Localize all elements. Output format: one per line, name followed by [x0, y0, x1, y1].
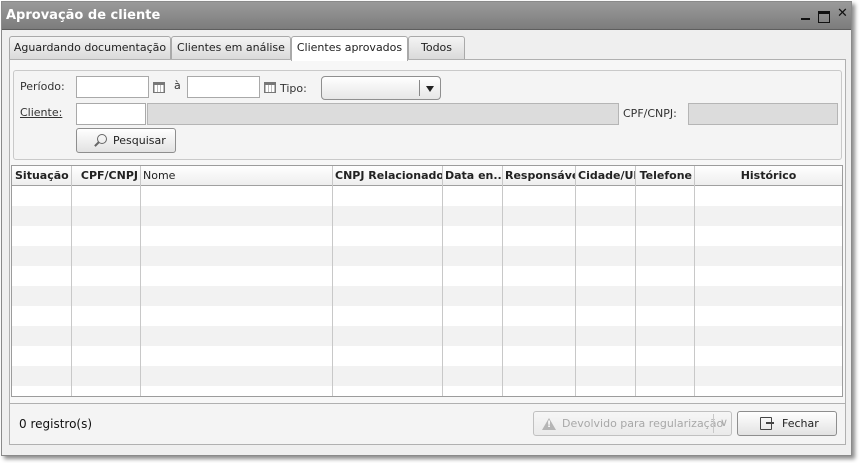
column-header-cnpj-relacionado[interactable]: CNPJ Relacionado — [333, 166, 442, 186]
table-row — [12, 386, 842, 396]
record-count: 0 registro(s) — [19, 417, 93, 431]
column-divider[interactable] — [332, 166, 333, 396]
tab-clientes-em-analise[interactable]: Clientes em análise — [171, 36, 291, 59]
filter-box: Período: à Tipo: Cliente: CPF/CNPJ: Pesq… — [13, 70, 842, 160]
fechar-label: Fechar — [782, 417, 819, 430]
minimize-icon[interactable] — [799, 9, 812, 22]
footer-bar: 0 registro(s) Devolvido para regularizaç… — [9, 403, 846, 445]
pesquisar-button[interactable]: Pesquisar — [76, 128, 176, 153]
column-header-responsavel[interactable]: Responsável — [503, 166, 575, 186]
column-divider[interactable] — [694, 166, 695, 396]
column-header-nome[interactable]: Nome — [141, 166, 332, 186]
tab-aguardando-documentacao[interactable]: Aguardando documentação — [9, 36, 171, 59]
column-divider[interactable] — [71, 166, 72, 396]
table-row — [12, 286, 842, 306]
table-row — [12, 326, 842, 346]
tab-content-panel: Período: à Tipo: Cliente: CPF/CNPJ: Pesq… — [9, 59, 846, 408]
title-bar: Aprovação de cliente ✕ — [2, 2, 851, 30]
cliente-codigo-input[interactable] — [76, 103, 146, 125]
devolvido-regularizacao-button[interactable]: Devolvido para regularização ∨ — [533, 411, 732, 436]
column-header-situacao[interactable]: Situação — [13, 166, 71, 186]
tab-clientes-aprovados[interactable]: Clientes aprovados — [291, 36, 408, 61]
table-row — [12, 206, 842, 226]
column-divider[interactable] — [442, 166, 443, 396]
column-divider[interactable] — [575, 166, 576, 396]
table-row — [12, 366, 842, 386]
periodo-label: Período: — [20, 80, 65, 93]
approval-window: Aprovação de cliente ✕ Aguardando docume… — [1, 1, 852, 456]
tipo-select[interactable] — [321, 76, 441, 100]
column-header-data-entrada[interactable]: Data en... — [443, 166, 502, 186]
column-divider[interactable] — [635, 166, 636, 396]
calendar-icon[interactable] — [153, 82, 165, 93]
periodo-inicio-input[interactable] — [76, 76, 149, 98]
table-row — [12, 246, 842, 266]
column-divider[interactable] — [502, 166, 503, 396]
cliente-nome-field — [147, 103, 619, 125]
column-header-telefone[interactable]: Telefone — [636, 166, 694, 186]
table-row — [12, 226, 842, 246]
table-header: Situação CPF/CNPJ Nome CNPJ Relacionado … — [12, 166, 842, 186]
table-row — [12, 266, 842, 286]
pesquisar-label: Pesquisar — [113, 134, 166, 147]
column-header-historico[interactable]: Histórico — [695, 166, 842, 186]
chevron-down-icon — [426, 86, 434, 92]
select-separator — [419, 80, 420, 96]
exit-icon — [760, 417, 774, 430]
tipo-label: Tipo: — [280, 82, 307, 95]
column-divider[interactable] — [140, 166, 141, 396]
cpf-cnpj-label: CPF/CNPJ: — [623, 107, 677, 120]
button-separator — [713, 414, 714, 433]
search-icon — [94, 134, 107, 147]
calendar-icon[interactable] — [264, 82, 276, 93]
devolvido-label: Devolvido para regularização — [562, 417, 724, 430]
cliente-label[interactable]: Cliente: — [20, 106, 62, 119]
chevron-down-icon[interactable]: ∨ — [720, 416, 728, 429]
tab-todos[interactable]: Todos — [408, 36, 465, 59]
warning-icon — [542, 418, 556, 430]
fechar-button[interactable]: Fechar — [737, 411, 837, 436]
table-row — [12, 186, 842, 206]
results-table[interactable]: Situação CPF/CNPJ Nome CNPJ Relacionado … — [11, 165, 843, 397]
periodo-fim-input[interactable] — [187, 76, 260, 98]
ate-label: à — [174, 79, 181, 92]
window-title: Aprovação de cliente — [6, 8, 161, 23]
cpf-cnpj-field — [688, 103, 838, 125]
table-row — [12, 306, 842, 326]
column-header-cidade-uf[interactable]: Cidade/UF — [576, 166, 635, 186]
close-icon[interactable]: ✕ — [836, 7, 849, 21]
table-row — [12, 346, 842, 366]
column-header-cpf-cnpj[interactable]: CPF/CNPJ — [72, 166, 140, 186]
maximize-icon[interactable] — [817, 9, 830, 23]
